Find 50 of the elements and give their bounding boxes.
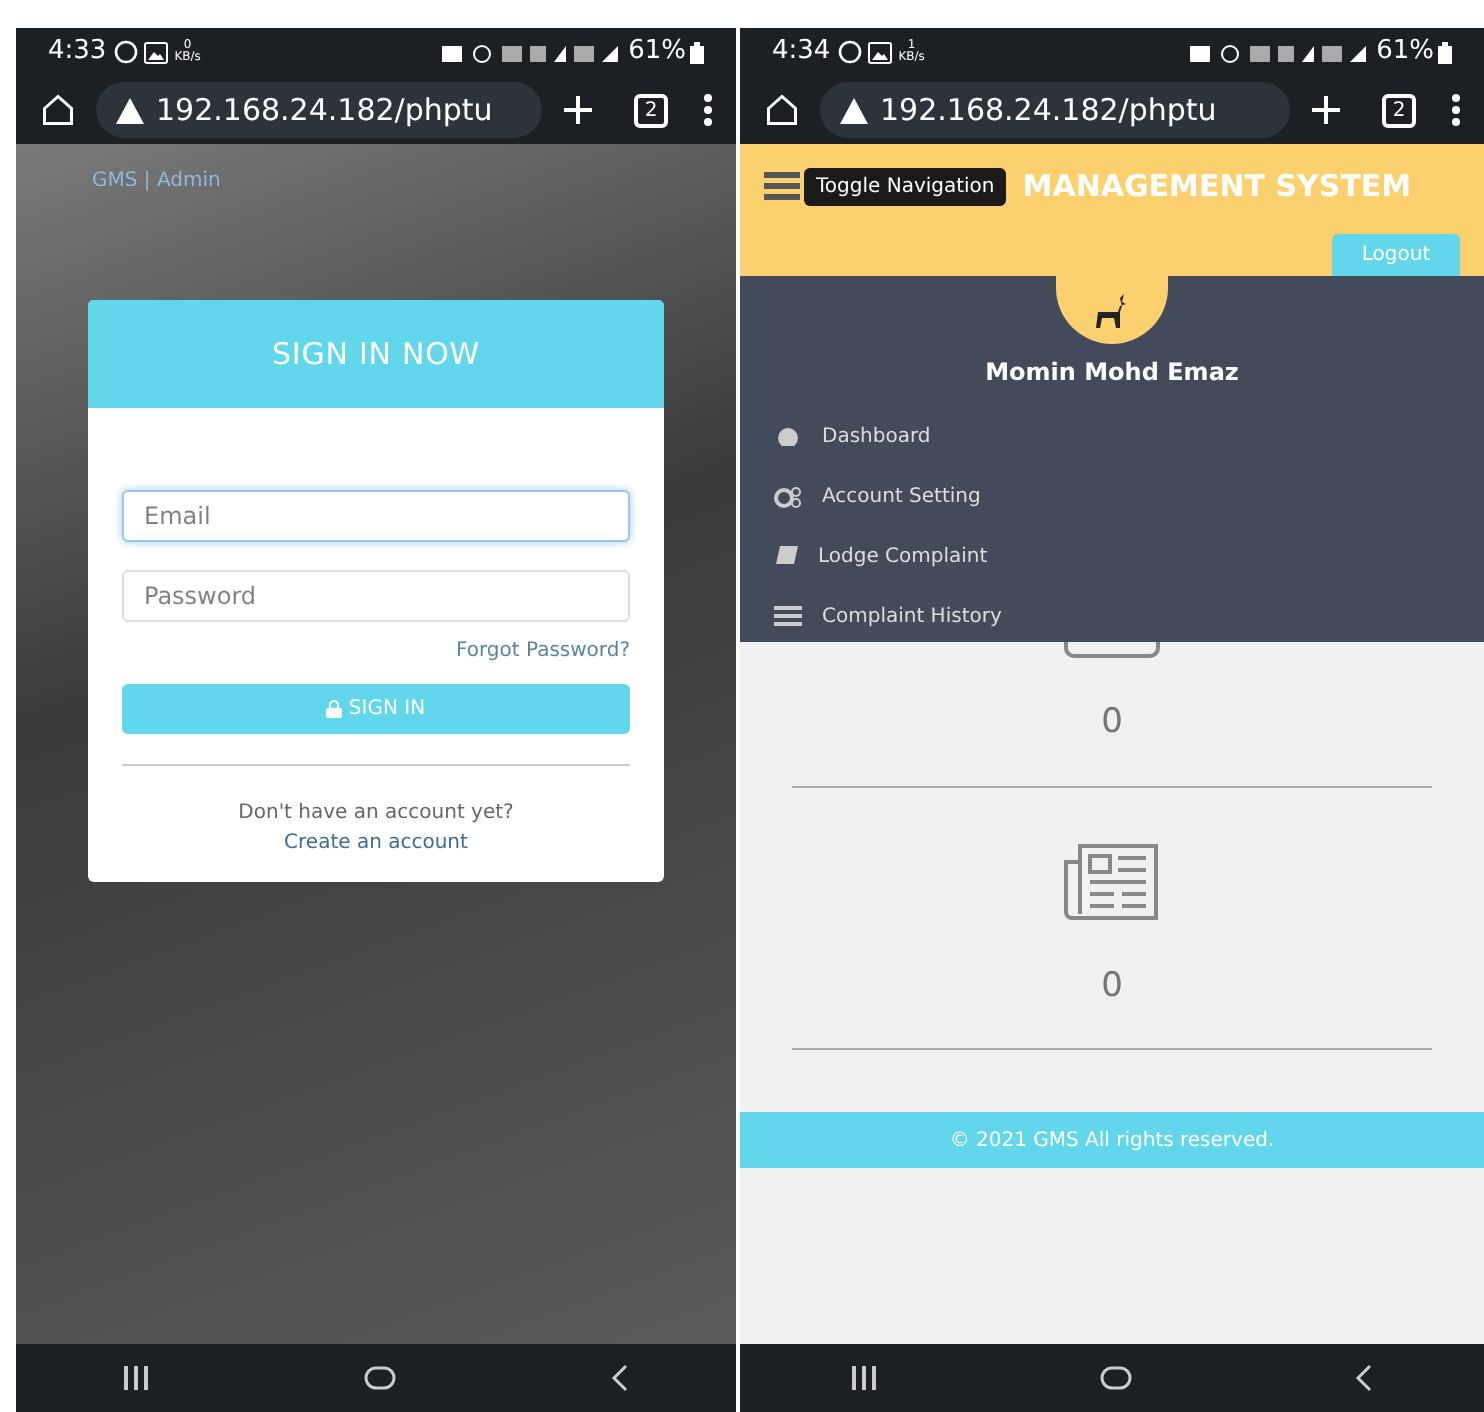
signup-prompt: Don't have an account yet?	[236, 800, 516, 828]
battery-icon	[1438, 41, 1452, 63]
more-icon[interactable]	[1452, 94, 1460, 126]
recents-icon[interactable]	[850, 1366, 879, 1390]
plus-icon[interactable]	[562, 94, 594, 126]
url-field[interactable]: 192.168.24.182/phptu	[820, 82, 1290, 138]
image-icon	[144, 41, 169, 63]
password-field[interactable]: Password	[122, 570, 630, 622]
battery-icon	[690, 41, 704, 63]
back-icon[interactable]	[609, 1364, 630, 1392]
battery-percent: 61%	[1376, 34, 1434, 71]
home-icon[interactable]	[40, 92, 76, 128]
footer-text: © 2021 GMS All rights reserved.	[949, 1127, 1275, 1155]
tab-count-button[interactable]: 2	[1382, 93, 1416, 127]
stat-count: 0	[1101, 963, 1123, 1009]
warning-icon	[116, 97, 144, 123]
home-nav-icon[interactable]	[363, 1366, 396, 1390]
tab-count-button[interactable]: 2	[634, 93, 668, 127]
stat-count: 0	[1101, 700, 1123, 746]
gears-icon	[774, 485, 802, 507]
sidebar-item[interactable]: Account Setting	[740, 466, 1484, 526]
status-time: 4:34	[772, 34, 831, 71]
user-name: Momin Mohd Emaz	[983, 356, 1241, 390]
create-account-link[interactable]: Create an account	[122, 828, 630, 858]
url-field[interactable]: 192.168.24.182/phptu	[96, 82, 542, 138]
back-icon[interactable]	[1353, 1364, 1374, 1392]
newspaper-icon	[1064, 841, 1160, 921]
sidebar-item[interactable]: Lodge Complaint	[740, 526, 1484, 586]
menu-icon[interactable]	[764, 172, 800, 201]
recents-icon[interactable]	[122, 1366, 151, 1390]
chat-icon	[838, 40, 863, 64]
lock-icon	[326, 700, 343, 718]
icon-bottom-edge	[1064, 642, 1160, 658]
warning-icon	[840, 97, 868, 123]
card-title: SIGN IN NOW	[272, 333, 480, 376]
email-field[interactable]: Email	[122, 490, 630, 542]
tooltip: Toggle Navigation	[804, 167, 1007, 206]
list-icon	[774, 606, 802, 626]
home-icon[interactable]	[764, 92, 800, 128]
chat-icon	[114, 40, 139, 64]
more-icon[interactable]	[704, 94, 712, 126]
battery-percent: 61%	[628, 34, 686, 71]
plus-icon[interactable]	[1310, 94, 1342, 126]
image-icon	[868, 41, 893, 63]
home-nav-icon[interactable]	[1099, 1366, 1132, 1390]
sidebar-item[interactable]: Complaint History	[740, 586, 1484, 646]
site-title: MANAGEMENT SYSTEM	[1022, 166, 1412, 208]
status-time: 4:33	[48, 34, 107, 71]
forgot-password-link[interactable]: Forgot Password?	[455, 636, 630, 666]
sidebar-item[interactable]: Dashboard	[740, 406, 1484, 466]
